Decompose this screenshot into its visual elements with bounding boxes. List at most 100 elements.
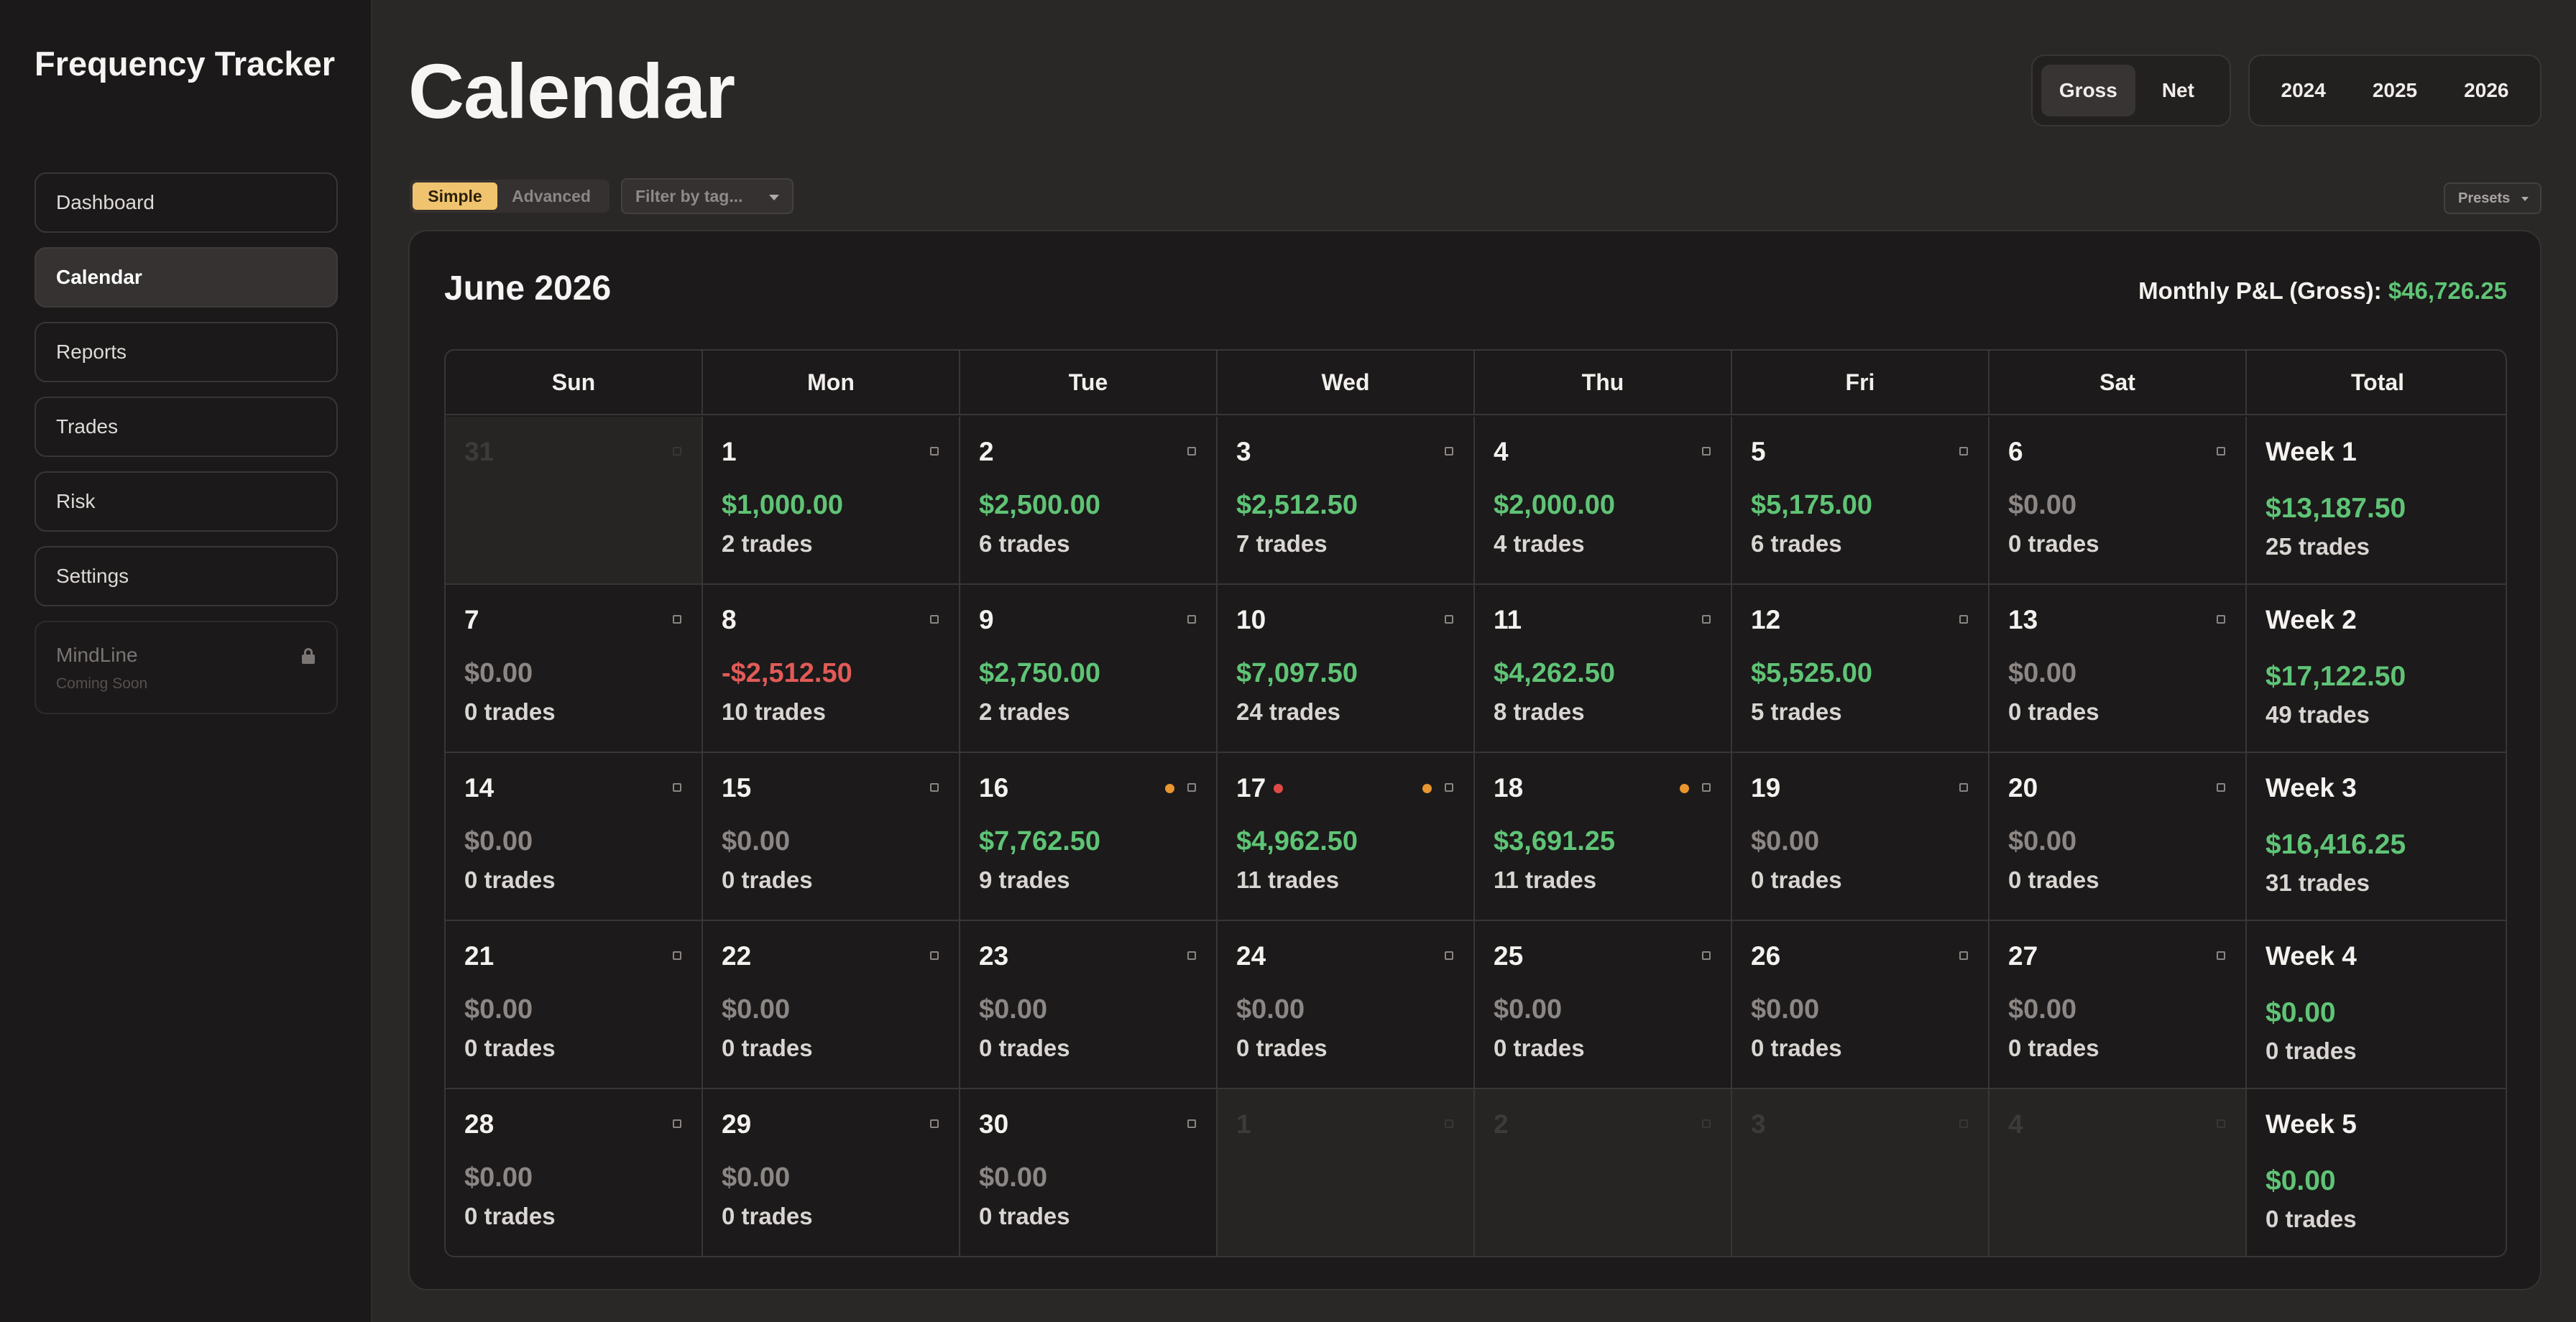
day-checkbox-icon[interactable]	[1959, 447, 1968, 456]
day-checkbox-icon[interactable]	[1702, 783, 1711, 792]
week-label: Week 1	[2266, 437, 2357, 466]
day-cell[interactable]: 17 $4,962.50 11 trades	[1218, 753, 1475, 920]
day-checkbox-icon[interactable]	[673, 1119, 681, 1128]
day-cell[interactable]: 15 $0.00 0 trades	[703, 753, 960, 920]
day-pnl-amount: $0.00	[464, 658, 533, 688]
day-checkbox-icon[interactable]	[2217, 783, 2225, 792]
day-cell[interactable]: 28 $0.00 0 trades	[446, 1089, 703, 1256]
day-checkbox-icon[interactable]	[1187, 615, 1196, 624]
week-pnl-amount: $0.00	[2266, 997, 2336, 1028]
gross-button[interactable]: Gross	[2041, 65, 2135, 116]
day-checkbox-icon[interactable]	[930, 951, 939, 960]
weekday-header-tue: Tue	[960, 351, 1218, 414]
net-button[interactable]: Net	[2135, 65, 2221, 116]
day-checkbox-icon[interactable]	[1445, 783, 1453, 792]
day-checkbox-icon[interactable]	[1187, 951, 1196, 960]
day-cell-outside-month: 3	[1732, 1089, 1990, 1256]
day-number: 15	[722, 773, 752, 803]
day-checkbox-icon[interactable]	[2217, 447, 2225, 456]
day-checkbox-icon[interactable]	[1702, 615, 1711, 624]
week-total-cell: Week 5 $0.00 0 trades	[2247, 1089, 2506, 1256]
day-checkbox-icon[interactable]	[1959, 951, 1968, 960]
calendar-card: June 2026 Monthly P&L (Gross): $46,726.2…	[408, 230, 2542, 1290]
presets-dropdown[interactable]: Presets	[2444, 182, 2542, 214]
day-cell[interactable]: 24 $0.00 0 trades	[1218, 921, 1475, 1088]
day-cell[interactable]: 29 $0.00 0 trades	[703, 1089, 960, 1256]
day-cell[interactable]: 23 $0.00 0 trades	[960, 921, 1218, 1088]
day-trade-count: 11 trades	[1494, 866, 1597, 893]
day-trade-count: 11 trades	[1236, 866, 1340, 893]
sidebar-item-reports[interactable]: Reports	[34, 322, 338, 382]
year-2026-button[interactable]: 2026	[2442, 65, 2531, 116]
day-cell[interactable]: 27 $0.00 0 trades	[1990, 921, 2247, 1088]
sidebar-item-settings[interactable]: Settings	[34, 546, 338, 606]
day-cell[interactable]: 1 $1,000.00 2 trades	[703, 417, 960, 583]
day-checkbox-icon[interactable]	[930, 615, 939, 624]
day-pnl-amount: $0.00	[2008, 658, 2077, 688]
day-checkbox-icon[interactable]	[1702, 951, 1711, 960]
sidebar-item-risk[interactable]: Risk	[34, 471, 338, 532]
day-cell[interactable]: 22 $0.00 0 trades	[703, 921, 960, 1088]
day-cell[interactable]: 25 $0.00 0 trades	[1475, 921, 1732, 1088]
day-checkbox-icon[interactable]	[930, 783, 939, 792]
day-checkbox-icon[interactable]	[2217, 951, 2225, 960]
pnl-mode-toggle: Gross Net	[2031, 55, 2231, 126]
day-checkbox-icon[interactable]	[1445, 951, 1453, 960]
day-cell[interactable]: 20 $0.00 0 trades	[1990, 753, 2247, 920]
day-cell[interactable]: 13 $0.00 0 trades	[1990, 585, 2247, 752]
week-label: Week 2	[2266, 605, 2357, 634]
day-checkbox-icon[interactable]	[1702, 447, 1711, 456]
year-2025-button[interactable]: 2025	[2348, 65, 2441, 116]
day-checkbox-icon[interactable]	[1959, 615, 1968, 624]
day-pnl-amount: $5,525.00	[1751, 658, 1873, 688]
day-cell[interactable]: 18 $3,691.25 11 trades	[1475, 753, 1732, 920]
day-cell[interactable]: 2 $2,500.00 6 trades	[960, 417, 1218, 583]
day-checkbox-icon[interactable]	[2217, 615, 2225, 624]
day-trade-count: 9 trades	[979, 866, 1070, 893]
month-title: June 2026	[444, 269, 612, 308]
day-cell[interactable]: 12 $5,525.00 5 trades	[1732, 585, 1990, 752]
day-cell[interactable]: 7 $0.00 0 trades	[446, 585, 703, 752]
advanced-mode-button[interactable]: Advanced	[497, 182, 605, 210]
day-pnl-amount: $0.00	[1751, 994, 1820, 1025]
day-checkbox-icon[interactable]	[673, 615, 681, 624]
day-checkbox-icon[interactable]	[673, 951, 681, 960]
day-cell[interactable]: 6 $0.00 0 trades	[1990, 417, 2247, 583]
day-cell[interactable]: 16 $7,762.50 9 trades	[960, 753, 1218, 920]
day-checkbox-icon[interactable]	[1187, 1119, 1196, 1128]
week-pnl-amount: $0.00	[2266, 1165, 2336, 1196]
day-cell[interactable]: 11 $4,262.50 8 trades	[1475, 585, 1732, 752]
day-cell[interactable]: 9 $2,750.00 2 trades	[960, 585, 1218, 752]
sidebar-item-dashboard[interactable]: Dashboard	[34, 172, 338, 233]
day-trade-count: 0 trades	[722, 1035, 813, 1061]
day-checkbox-icon[interactable]	[930, 447, 939, 456]
year-2024-button[interactable]: 2024	[2258, 65, 2348, 116]
day-cell[interactable]: 19 $0.00 0 trades	[1732, 753, 1990, 920]
day-checkbox-icon[interactable]	[1187, 447, 1196, 456]
day-cell[interactable]: 5 $5,175.00 6 trades	[1732, 417, 1990, 583]
sidebar-item-calendar[interactable]: Calendar	[34, 247, 338, 308]
day-checkbox-icon[interactable]	[1187, 783, 1196, 792]
day-cell[interactable]: 21 $0.00 0 trades	[446, 921, 703, 1088]
day-pnl-amount: $0.00	[1236, 994, 1305, 1025]
day-checkbox-icon[interactable]	[673, 783, 681, 792]
day-cell[interactable]: 14 $0.00 0 trades	[446, 753, 703, 920]
day-checkbox-icon[interactable]	[930, 1119, 939, 1128]
day-cell[interactable]: 26 $0.00 0 trades	[1732, 921, 1990, 1088]
week-label: Week 5	[2266, 1109, 2357, 1139]
day-cell[interactable]: 10 $7,097.50 24 trades	[1218, 585, 1475, 752]
day-cell[interactable]: 30 $0.00 0 trades	[960, 1089, 1218, 1256]
day-checkbox-icon[interactable]	[1445, 615, 1453, 624]
day-cell-outside-month: 2	[1475, 1089, 1732, 1256]
day-cell[interactable]: 3 $2,512.50 7 trades	[1218, 417, 1475, 583]
day-cell[interactable]: 8 -$2,512.50 10 trades	[703, 585, 960, 752]
day-checkbox-icon[interactable]	[1959, 783, 1968, 792]
tag-filter-dropdown[interactable]: Filter by tag...	[621, 178, 794, 214]
day-pnl-amount: $2,000.00	[1494, 490, 1616, 520]
simple-mode-button[interactable]: Simple	[413, 182, 497, 210]
day-cell[interactable]: 4 $2,000.00 4 trades	[1475, 417, 1732, 583]
day-trade-count: 0 trades	[1236, 1035, 1328, 1061]
sidebar-item-trades[interactable]: Trades	[34, 397, 338, 457]
weekday-header-thu: Thu	[1475, 351, 1732, 414]
day-checkbox-icon[interactable]	[1445, 447, 1453, 456]
